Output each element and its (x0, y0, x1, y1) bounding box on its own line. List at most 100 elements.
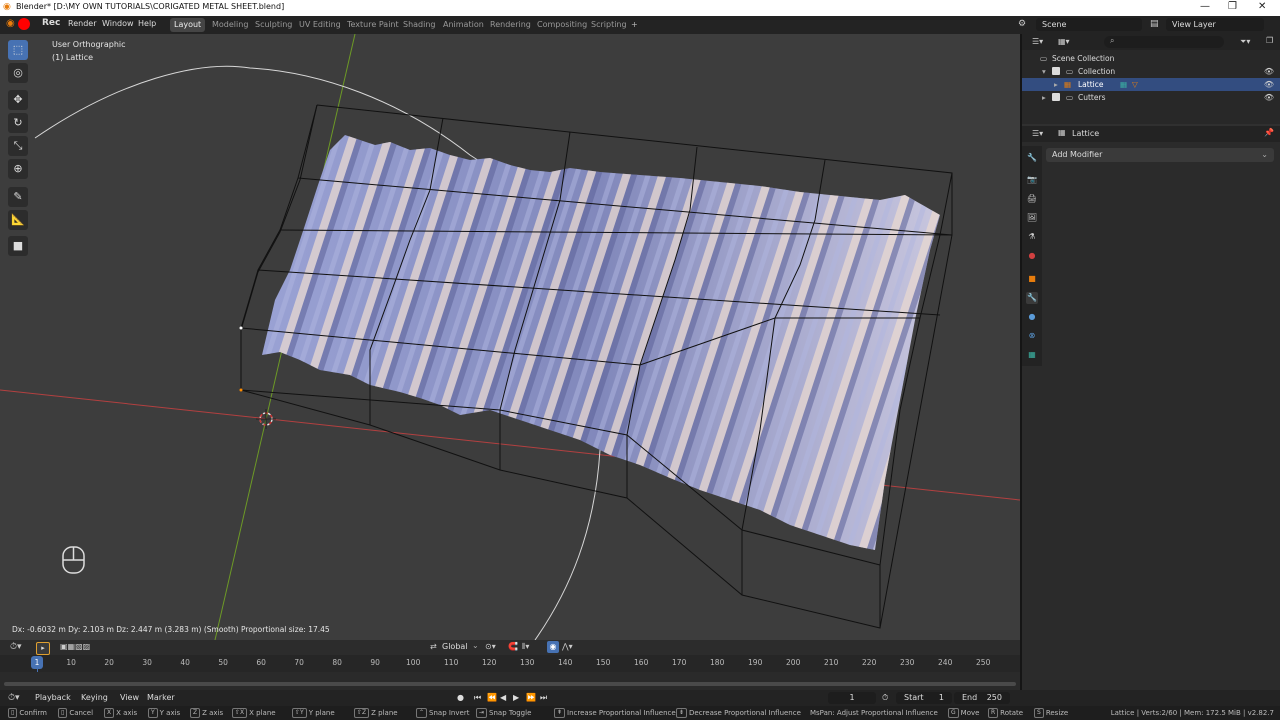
constraints-tab-icon[interactable]: ⊗ (1026, 330, 1038, 342)
scene-icon[interactable]: ⚙ (1018, 19, 1026, 29)
add-modifier-dropdown[interactable]: Add Modifier ⌄ (1046, 148, 1274, 162)
current-frame-field[interactable]: 1 (828, 692, 876, 704)
tab-sculpting[interactable]: Sculpting (251, 18, 296, 32)
pin-icon[interactable]: 📌 (1264, 128, 1274, 137)
timeline-tick-label: 140 (558, 658, 573, 667)
play-reverse-icon[interactable]: ◀ (500, 693, 506, 702)
pivot-icon[interactable]: ⊙▾ (485, 642, 496, 651)
status-y-axis: YY axis (148, 706, 180, 720)
physics-tab-icon[interactable]: ● (1026, 311, 1038, 323)
tab-layout[interactable]: Layout (170, 18, 206, 32)
preview-range-icon[interactable]: ⏱ (882, 693, 888, 703)
scale-tool[interactable]: ⤡ (8, 136, 28, 156)
editor-type-icon[interactable]: ☰▾ (1032, 37, 1043, 46)
editor-type-icon[interactable]: ⏱▾ (8, 693, 20, 703)
jump-end-icon[interactable]: ⏭ (540, 693, 547, 703)
object-tab-icon[interactable]: ■ (1026, 273, 1038, 285)
view-layer-tab-icon[interactable]: 🖼 (1026, 212, 1038, 224)
scene-selector[interactable]: Scene (1036, 18, 1142, 31)
add-workspace-icon[interactable]: + (627, 18, 642, 32)
timeline-body[interactable] (0, 672, 1020, 690)
expand-icon[interactable]: ▸ (1054, 78, 1058, 91)
tab-compositing[interactable]: Compositing (533, 18, 591, 32)
filter-icon[interactable]: ⏷▾ (1240, 37, 1250, 47)
annotate-tool[interactable]: ✎ (8, 187, 28, 207)
rotate-tool[interactable]: ↻ (8, 113, 28, 133)
menu-view[interactable]: View (120, 693, 139, 702)
modifier-tab-icon[interactable]: 🔧 (1026, 292, 1038, 304)
timeline-tick-label: 30 (142, 658, 152, 667)
outliner-row-collection[interactable]: ▾ ▭ Collection 👁 (1022, 65, 1280, 78)
lattice-data-tab-icon[interactable]: ▦ (1026, 349, 1038, 361)
view-layer-icon[interactable]: ▤ (1150, 19, 1159, 29)
transform-tool[interactable]: ⊕ (8, 159, 28, 179)
jump-start-icon[interactable]: ⏮ (474, 693, 481, 703)
menu-render[interactable]: Render (68, 19, 96, 28)
tab-modeling[interactable]: Modeling (208, 18, 252, 32)
render-tab-icon[interactable]: 📷 (1026, 174, 1038, 186)
record-keyframe-icon[interactable]: ● (457, 693, 464, 702)
menu-rec[interactable]: Rec (42, 18, 60, 28)
menu-marker[interactable]: Marker (147, 693, 175, 702)
close-icon[interactable]: ✕ (1258, 1, 1266, 12)
snap-target-icon[interactable]: ⫴▾ (522, 642, 529, 652)
tab-texture-paint[interactable]: Texture Paint (343, 18, 403, 32)
start-frame-field[interactable]: Start 1 (896, 692, 952, 704)
play-icon[interactable]: ▶ (513, 693, 519, 702)
world-tab-icon[interactable]: ● (1026, 250, 1038, 262)
current-frame-marker[interactable]: 1 (31, 656, 43, 669)
3d-viewport[interactable]: ⬚ ◎ ✥ ↻ ⤡ ⊕ ✎ 📐 ■ (0, 34, 1020, 640)
editor-type-icon[interactable]: ☰▾ (1032, 129, 1043, 138)
expand-icon[interactable]: ▸ (1042, 91, 1046, 104)
tab-uv-editing[interactable]: UV Editing (295, 18, 345, 32)
menu-playback[interactable]: Playback (35, 693, 71, 702)
visibility-eye-icon[interactable]: 👁 (1264, 91, 1274, 104)
falloff-icon[interactable]: ⋀▾ (562, 642, 573, 651)
outliner-row-lattice[interactable]: ▸ ▦ Lattice ▦ ▽ 👁 (1022, 78, 1280, 91)
menu-help[interactable]: Help (138, 19, 156, 28)
status-snap-invert: ⌃ Snap Invert (416, 706, 469, 720)
view-layer-selector[interactable]: View Layer (1166, 18, 1264, 31)
end-frame-field[interactable]: End 250 (954, 692, 1010, 704)
output-tab-icon[interactable]: 🖨 (1026, 193, 1038, 205)
selection-mode-icons[interactable]: ▣▦▧▨ (60, 642, 120, 653)
properties-editor[interactable]: ☰▾ ▦ Lattice 📌 Add Modifier ⌄ (1022, 126, 1280, 720)
proportional-editing-icon[interactable]: ◉ (547, 641, 559, 653)
snap-icon[interactable]: 🧲 (508, 642, 518, 651)
expand-icon[interactable]: ▾ (1042, 65, 1046, 78)
menu-keying[interactable]: Keying (81, 693, 108, 702)
checkbox-icon[interactable] (1052, 67, 1060, 75)
tool-tab-icon[interactable]: 🔧 (1026, 152, 1038, 164)
status-move: G Move (948, 706, 979, 720)
blender-menu-icon[interactable]: ◉ (6, 18, 15, 29)
visibility-eye-icon[interactable]: 👁 (1264, 78, 1274, 91)
select-box-tool[interactable]: ⬚ (8, 40, 28, 60)
scene-tab-icon[interactable]: ⚗ (1026, 231, 1038, 243)
move-tool[interactable]: ✥ (8, 90, 28, 110)
cursor-tool[interactable]: ◎ (8, 63, 28, 83)
new-collection-icon[interactable]: ❐ (1266, 36, 1273, 45)
tab-animation[interactable]: Animation (439, 18, 488, 32)
next-keyframe-icon[interactable]: ⏩ (526, 693, 536, 702)
outliner[interactable]: ☰▾ ▦▾ ⌕ ⏷▾ ❐ ▭ Scene Collection ▾ ▭ Coll… (1022, 34, 1280, 124)
tab-rendering[interactable]: Rendering (486, 18, 535, 32)
minimize-icon[interactable]: — (1200, 1, 1210, 12)
maximize-icon[interactable]: ❐ (1228, 1, 1237, 12)
add-cube-tool[interactable]: ■ (8, 236, 28, 256)
menu-window[interactable]: Window (102, 19, 134, 28)
prev-keyframe-icon[interactable]: ⏪ (487, 693, 497, 702)
transform-status: Dx: -0.6032 m Dy: 2.103 m Dz: 2.447 m (3… (12, 625, 330, 634)
timeline-editor-icon[interactable]: ⏱▾ (10, 642, 22, 652)
outliner-row-cutters[interactable]: ▸ ▭ Cutters 👁 (1022, 91, 1280, 104)
outliner-search-input[interactable]: ⌕ (1104, 36, 1224, 48)
transform-orientation-dropdown[interactable]: ⇄ Global ⌄ (428, 641, 480, 653)
timeline-scrollbar[interactable] (4, 682, 1016, 686)
tab-shading[interactable]: Shading (399, 18, 440, 32)
display-mode-icon[interactable]: ▦▾ (1058, 37, 1070, 46)
checkbox-icon[interactable] (1052, 93, 1060, 101)
visibility-eye-icon[interactable]: 👁 (1264, 65, 1274, 78)
measure-tool[interactable]: 📐 (8, 210, 28, 230)
select-mode-icon[interactable]: ▸ (36, 642, 50, 655)
outliner-row-scene-collection[interactable]: ▭ Scene Collection (1022, 52, 1280, 65)
tab-scripting[interactable]: Scripting (587, 18, 631, 32)
